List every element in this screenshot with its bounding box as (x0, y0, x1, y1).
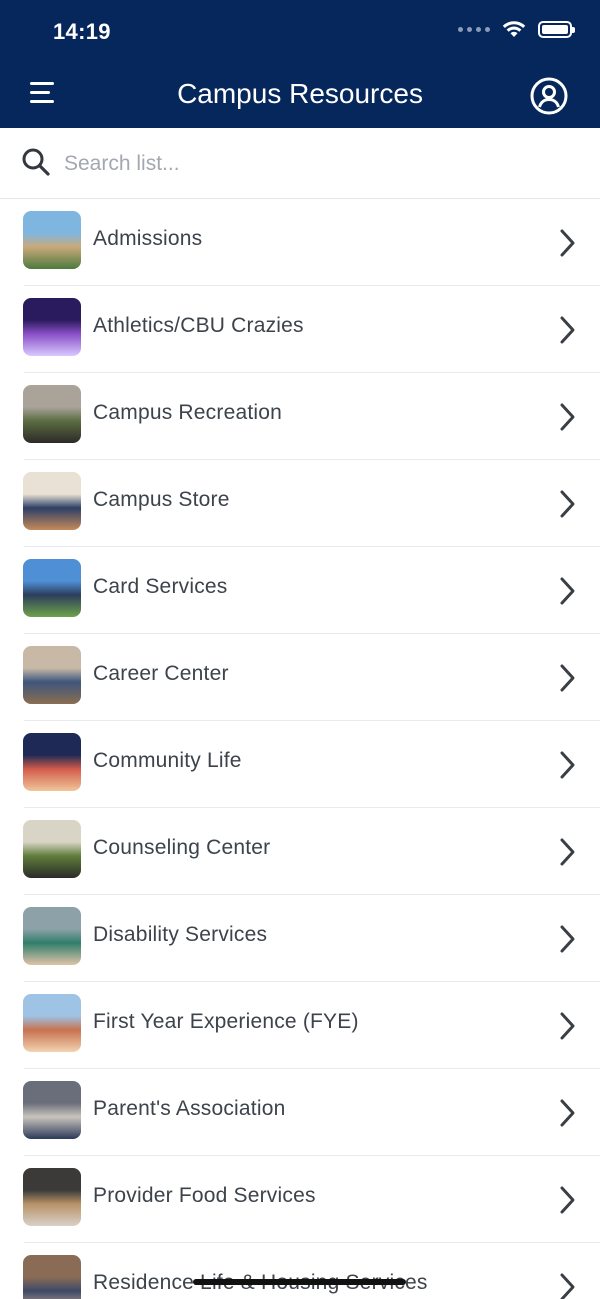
chevron-right-icon (560, 925, 575, 953)
list-item[interactable]: Athletics/CBU Crazies (0, 286, 600, 373)
resource-thumbnail (23, 646, 81, 704)
list-item-label: Athletics/CBU Crazies (93, 314, 304, 337)
list-item[interactable]: Campus Store (0, 460, 600, 547)
profile-button[interactable] (530, 77, 568, 115)
list-item[interactable]: Card Services (0, 547, 600, 634)
search-bar (0, 128, 600, 199)
chevron-right-icon (560, 1273, 575, 1299)
chevron-right-icon (560, 838, 575, 866)
battery-icon (538, 20, 575, 38)
list-item-label: Card Services (93, 575, 228, 598)
list-item[interactable]: Residence Life & Housing Services (0, 1243, 600, 1299)
resource-thumbnail (23, 385, 81, 443)
list-item[interactable]: Career Center (0, 634, 600, 721)
resource-thumbnail (23, 820, 81, 878)
chevron-right-icon (560, 316, 575, 344)
list-item-label: First Year Experience (FYE) (93, 1010, 359, 1033)
resource-thumbnail (23, 559, 81, 617)
chevron-right-icon (560, 403, 575, 431)
chevron-right-icon (560, 490, 575, 518)
list-item-label: Provider Food Services (93, 1184, 316, 1207)
wifi-icon (502, 20, 526, 38)
resource-list: Admissions Athletics/CBU Crazies Campus Re… (0, 199, 600, 1299)
list-item-label: Career Center (93, 662, 229, 685)
resource-thumbnail (23, 1168, 81, 1226)
chevron-right-icon (560, 1012, 575, 1040)
cellular-signal-icon (458, 26, 490, 32)
resource-thumbnail (23, 994, 81, 1052)
list-item-label: Parent's Association (93, 1097, 286, 1120)
resource-thumbnail (23, 472, 81, 530)
chevron-right-icon (560, 1186, 575, 1214)
status-time: 14:19 (53, 19, 111, 44)
user-circle-icon (530, 77, 568, 115)
list-item[interactable]: Counseling Center (0, 808, 600, 895)
list-item-label: Admissions (93, 227, 203, 250)
page-title: Campus Resources (177, 78, 423, 109)
list-item-label: Counseling Center (93, 836, 271, 859)
list-item[interactable]: Community Life (0, 721, 600, 808)
search-input[interactable] (64, 148, 564, 180)
resource-thumbnail (23, 1081, 81, 1139)
list-item-label: Campus Recreation (93, 401, 282, 424)
list-item[interactable]: Admissions (0, 199, 600, 286)
list-item-label: Campus Store (93, 488, 230, 511)
chevron-right-icon (560, 664, 575, 692)
chevron-right-icon (560, 1099, 575, 1127)
list-item[interactable]: Parent's Association (0, 1069, 600, 1156)
resource-thumbnail (23, 1255, 81, 1299)
list-item[interactable]: Disability Services (0, 895, 600, 982)
list-item-label: Community Life (93, 749, 242, 772)
app-header: 14:19 Campus Resources (0, 0, 600, 128)
home-indicator (193, 1279, 406, 1285)
chevron-right-icon (560, 751, 575, 779)
search-icon (22, 148, 50, 176)
resource-thumbnail (23, 211, 81, 269)
list-item[interactable]: Campus Recreation (0, 373, 600, 460)
chevron-right-icon (560, 229, 575, 257)
list-item[interactable]: Provider Food Services (0, 1156, 600, 1243)
resource-thumbnail (23, 733, 81, 791)
resource-thumbnail (23, 907, 81, 965)
resource-thumbnail (23, 298, 81, 356)
chevron-right-icon (560, 577, 575, 605)
status-icons (458, 20, 575, 38)
list-item[interactable]: First Year Experience (FYE) (0, 982, 600, 1069)
list-item-label: Disability Services (93, 923, 268, 946)
